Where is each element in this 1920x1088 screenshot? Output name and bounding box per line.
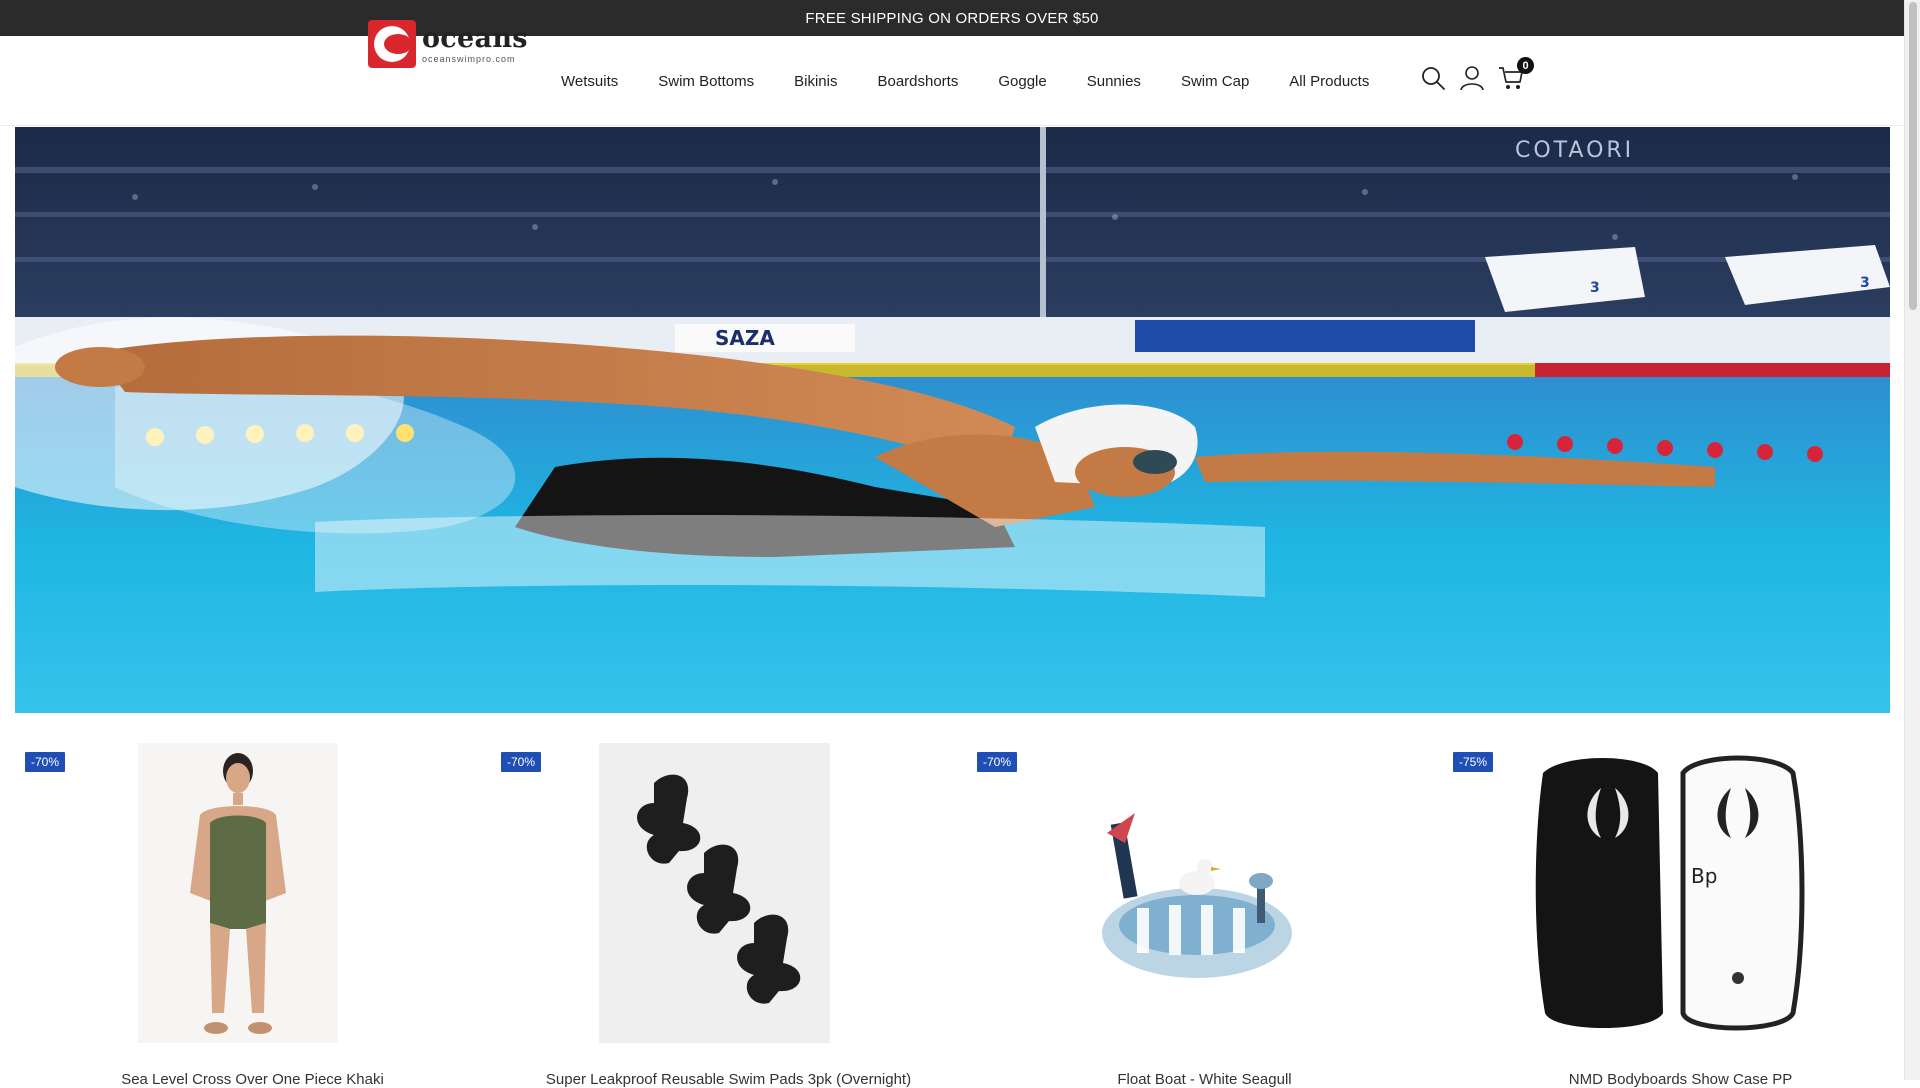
discount-badge: -75% <box>1453 752 1494 772</box>
site-logo[interactable]: oceans oceanswimpro.com <box>368 20 528 68</box>
logo-wordmark: oceans <box>422 22 528 54</box>
logo-mark-icon <box>368 20 416 68</box>
main-nav: Wetsuits Swim Bottoms Bikinis Boardshort… <box>561 36 1409 126</box>
nav-item-boardshorts[interactable]: Boardshorts <box>877 73 958 90</box>
product-card[interactable]: -70% Super Leakproof Reusable Swim Pads … <box>491 727 966 1088</box>
product-card[interactable]: -75% Bp NMD Bodyboards Show Case PP <box>1443 727 1918 1088</box>
nav-item-goggle[interactable]: Goggle <box>998 73 1046 90</box>
hero-banner-text: COTAORI <box>1515 138 1634 163</box>
search-icon[interactable] <box>1418 63 1448 93</box>
discount-badge: -70% <box>25 752 66 772</box>
cart-count-badge: 0 <box>1517 57 1534 74</box>
hero-banner[interactable]: COTAORI SAZA 3 3 <box>15 127 1890 713</box>
product-image[interactable] <box>599 743 830 1043</box>
sponsor-board-text: SAZA <box>715 326 775 350</box>
header-icons: 0 <box>1418 57 1535 93</box>
scrollbar-thumb[interactable] <box>1909 2 1917 310</box>
logo-domain: oceanswimpro.com <box>422 53 516 64</box>
nav-item-bikinis[interactable]: Bikinis <box>794 73 837 90</box>
lane-number-text-2: 3 <box>1860 275 1870 291</box>
announcement-text: FREE SHIPPING ON ORDERS OVER $50 <box>805 9 1099 27</box>
product-image[interactable] <box>1077 743 1327 1043</box>
svg-text:Bp: Bp <box>1691 864 1717 888</box>
product-grid: -70% Sea Level Cross Over One Piece Khak… <box>0 727 1904 1088</box>
hero-swimmer-image: COTAORI SAZA 3 3 <box>15 127 1890 713</box>
product-image[interactable]: Bp <box>1523 743 1823 1043</box>
lane-number-text: 3 <box>1590 280 1600 296</box>
cart-icon[interactable]: 0 <box>1496 57 1534 93</box>
announcement-bar: FREE SHIPPING ON ORDERS OVER $50 <box>0 0 1904 36</box>
nav-item-swim-bottoms[interactable]: Swim Bottoms <box>658 73 754 90</box>
product-image[interactable] <box>138 743 338 1043</box>
discount-badge: -70% <box>977 752 1018 772</box>
product-card[interactable]: -70% Sea Level Cross Over One Piece Khak… <box>15 727 490 1088</box>
nav-item-sunnies[interactable]: Sunnies <box>1087 73 1141 90</box>
discount-badge: -70% <box>501 752 542 772</box>
nav-item-swim-cap[interactable]: Swim Cap <box>1181 73 1249 90</box>
nav-item-all-products[interactable]: All Products <box>1289 73 1369 90</box>
account-icon[interactable] <box>1457 63 1487 93</box>
product-card[interactable]: -70% Float Boat - White Seagull <box>967 727 1442 1088</box>
nav-item-wetsuits[interactable]: Wetsuits <box>561 73 618 90</box>
